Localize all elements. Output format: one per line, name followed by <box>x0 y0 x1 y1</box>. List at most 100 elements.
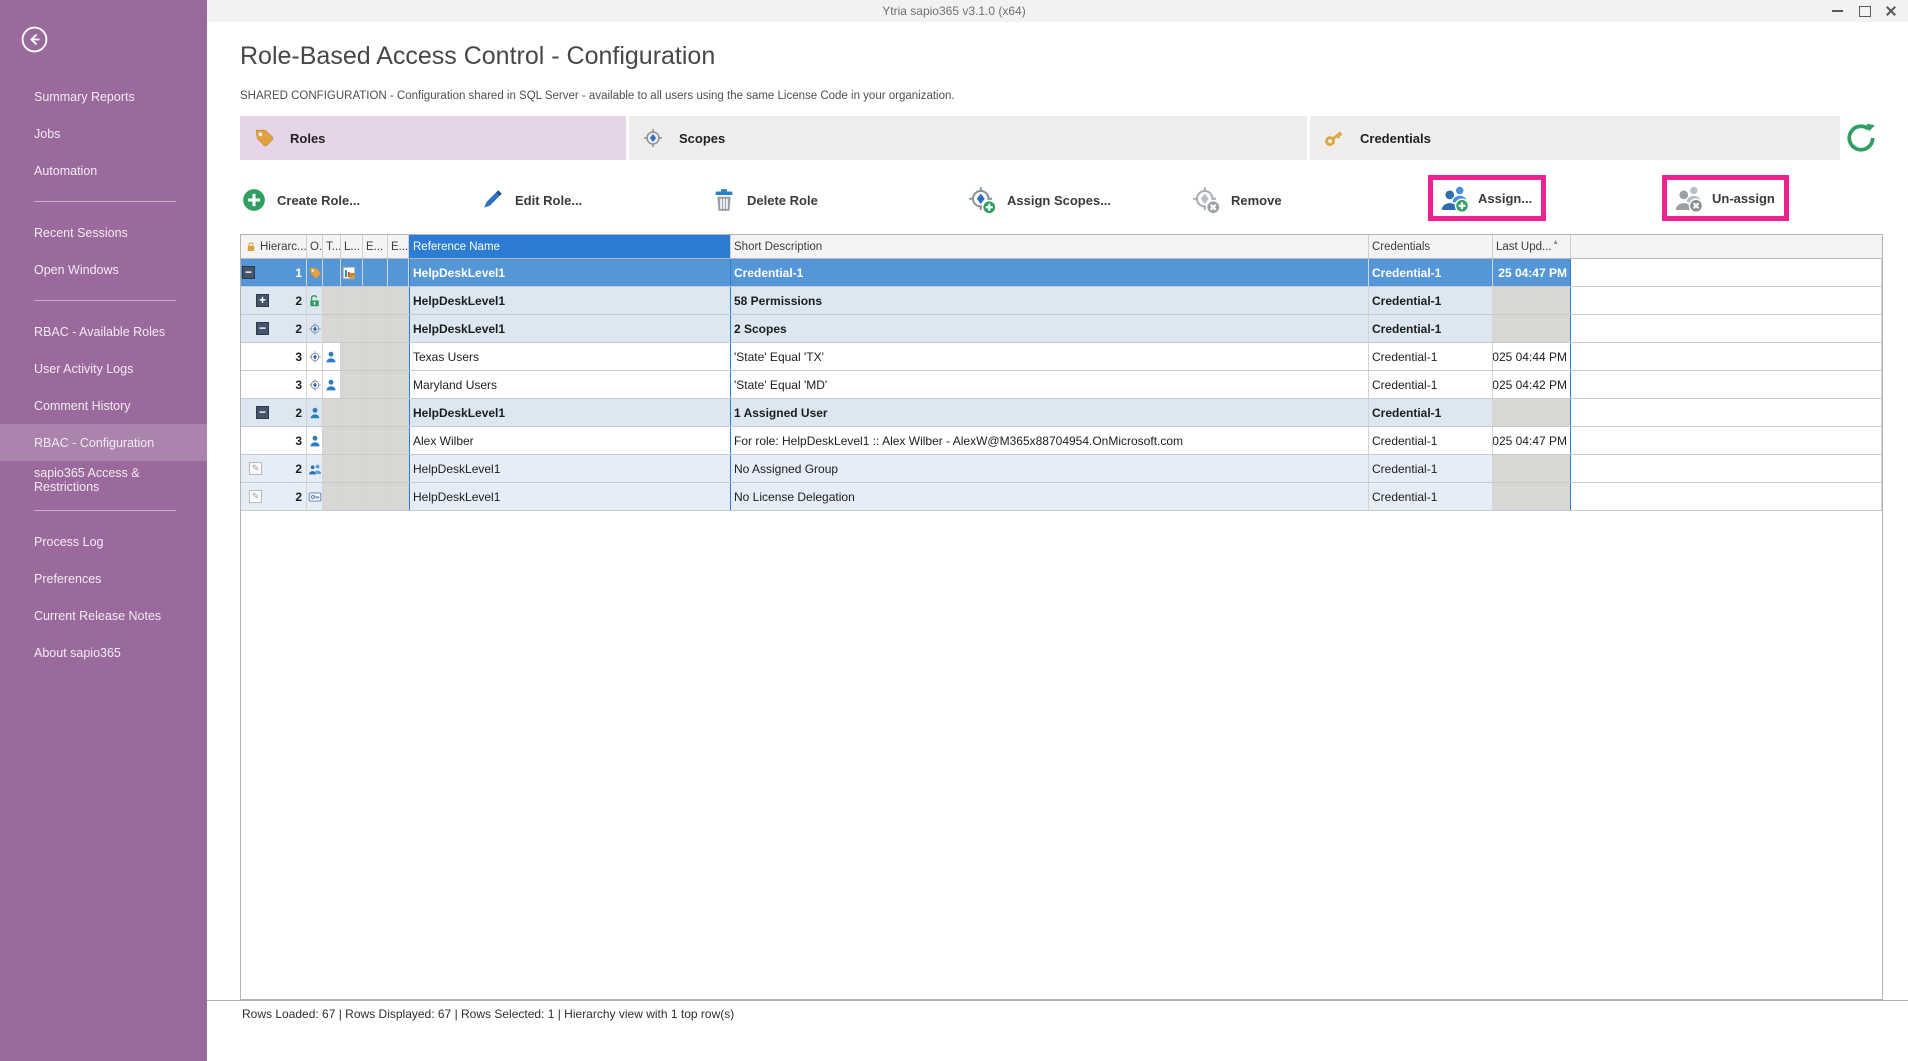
table-row[interactable]: +2HelpDeskLevel158 PermissionsCredential… <box>241 287 1882 315</box>
hierarchy-cell: 3 <box>241 427 307 454</box>
table-row[interactable]: −2HelpDeskLevel12 ScopesCredential-1 <box>241 315 1882 343</box>
sidebar-item-rbac-configuration[interactable]: RBAC - Configuration <box>0 424 207 461</box>
filler-cell <box>1571 455 1882 482</box>
empty-cell <box>388 455 409 482</box>
tab-credentials[interactable]: Credentials <box>1310 116 1840 160</box>
tab-scopes[interactable]: Scopes <box>629 116 1307 160</box>
last-updated-cell: 25 04:47 PM <box>1493 259 1571 286</box>
scope-icon <box>308 350 322 364</box>
empty-cell <box>363 343 388 370</box>
filler-cell <box>1571 259 1882 286</box>
trash-icon <box>711 187 737 213</box>
header-l[interactable]: L... <box>341 235 363 258</box>
assign-scopes-label: Assign Scopes... <box>1007 193 1111 208</box>
table-row[interactable]: 3Texas Users'State' Equal 'TX'Credential… <box>241 343 1882 371</box>
sidebar-item-jobs[interactable]: Jobs <box>0 115 207 152</box>
table-row[interactable]: ✎2HelpDeskLevel1No License DelegationCre… <box>241 483 1882 511</box>
sidebar-item-process-log[interactable]: Process Log <box>0 523 207 560</box>
table-row[interactable]: −2HelpDeskLevel11 Assigned UserCredentia… <box>241 399 1882 427</box>
reference-name-cell: HelpDeskLevel1 <box>409 287 731 314</box>
empty-cell <box>341 455 363 482</box>
hierarchy-level: 2 <box>295 322 306 336</box>
minimize-button[interactable] <box>1822 0 1852 22</box>
header-t[interactable]: T... <box>323 235 341 258</box>
credentials-cell: Credential-1 <box>1369 427 1493 454</box>
sidebar-divider <box>34 201 176 202</box>
empty-cell <box>363 259 388 286</box>
hierarchy-level: 2 <box>295 406 306 420</box>
edit-role-button[interactable]: Edit Role... <box>478 179 582 221</box>
sidebar-item-comment-history[interactable]: Comment History <box>0 387 207 424</box>
reference-name-cell: HelpDeskLevel1 <box>409 259 731 286</box>
remove-label: Remove <box>1231 193 1282 208</box>
maximize-icon <box>1859 6 1871 17</box>
hierarchy-level: 2 <box>295 462 306 476</box>
create-role-button[interactable]: Create Role... <box>240 179 360 221</box>
table-row[interactable]: 3Alex WilberFor role: HelpDeskLevel1 :: … <box>241 427 1882 455</box>
remove-button[interactable]: Remove <box>1190 179 1282 221</box>
header-o[interactable]: O... <box>307 235 323 258</box>
sidebar-item-about-sapio365[interactable]: About sapio365 <box>0 634 207 671</box>
table-row[interactable]: 3Maryland Users'State' Equal 'MD'Credent… <box>241 371 1882 399</box>
hierarchy-cell: −2 <box>241 399 307 426</box>
header-filler <box>1571 235 1882 258</box>
close-button[interactable] <box>1876 0 1906 22</box>
header-credentials[interactable]: Credentials <box>1369 235 1493 258</box>
last-updated-cell: 025 04:44 PM <box>1493 343 1571 370</box>
delete-role-button[interactable]: Delete Role <box>710 179 818 221</box>
table-row[interactable]: −1HelpDeskLevel1Credential-1Credential-1… <box>241 259 1882 287</box>
unassign-button[interactable]: Un-assign <box>1662 175 1789 221</box>
filler-cell <box>1571 315 1882 342</box>
sidebar-item-preferences[interactable]: Preferences <box>0 560 207 597</box>
last-updated-cell <box>1493 455 1571 482</box>
last-updated-cell <box>1493 399 1571 426</box>
sidebar-item-rbac-available-roles[interactable]: RBAC - Available Roles <box>0 313 207 350</box>
sidebar-divider <box>34 300 176 301</box>
header-last-updated[interactable]: Last Upd... <box>1493 235 1571 258</box>
empty-cell <box>363 455 388 482</box>
sidebar-item-open-windows[interactable]: Open Windows <box>0 251 207 288</box>
edit-role-label: Edit Role... <box>515 193 582 208</box>
reference-name-cell: Alex Wilber <box>409 427 731 454</box>
collapse-toggle-icon[interactable]: − <box>242 266 255 279</box>
sidebar-item-current-release-notes[interactable]: Current Release Notes <box>0 597 207 634</box>
header-hierarchy[interactable]: Hierarc... <box>241 235 307 258</box>
tab-roles[interactable]: Roles <box>240 116 626 160</box>
header-e1[interactable]: E... <box>363 235 388 258</box>
scope-icon <box>642 127 664 149</box>
back-button[interactable] <box>21 26 48 53</box>
collapse-toggle-icon[interactable]: − <box>256 322 269 335</box>
people-x-icon <box>1674 183 1704 213</box>
short-description-cell: No Assigned Group <box>731 455 1369 482</box>
empty-cell <box>323 427 341 454</box>
reference-name-cell: Texas Users <box>409 343 731 370</box>
chart-icon <box>342 266 356 280</box>
empty-cell <box>388 315 409 342</box>
sidebar-item-user-activity-logs[interactable]: User Activity Logs <box>0 350 207 387</box>
refresh-icon[interactable] <box>1845 122 1877 154</box>
credentials-cell: Credential-1 <box>1369 399 1493 426</box>
empty-cell <box>388 427 409 454</box>
header-short-description[interactable]: Short Description <box>731 235 1369 258</box>
sidebar: Summary ReportsJobsAutomation Recent Sess… <box>0 0 207 1061</box>
sidebar-item-sapio365-access-restrictions[interactable]: sapio365 Access & Restrictions <box>0 461 207 498</box>
assign-button[interactable]: Assign... <box>1428 175 1546 221</box>
empty-cell <box>341 315 363 342</box>
header-reference-name[interactable]: Reference Name <box>409 235 731 258</box>
sidebar-item-automation[interactable]: Automation <box>0 152 207 189</box>
hierarchy-level: 2 <box>295 490 306 504</box>
reference-name-cell: HelpDeskLevel1 <box>409 455 731 482</box>
table-row[interactable]: ✎2HelpDeskLevel1No Assigned GroupCredent… <box>241 455 1882 483</box>
sidebar-item-summary-reports[interactable]: Summary Reports <box>0 78 207 115</box>
collapse-toggle-icon[interactable]: − <box>256 406 269 419</box>
expand-toggle-icon[interactable]: + <box>256 294 269 307</box>
filler-cell <box>1571 343 1882 370</box>
empty-cell <box>363 399 388 426</box>
scope-icon <box>308 322 322 336</box>
empty-cell <box>363 315 388 342</box>
sidebar-item-recent-sessions[interactable]: Recent Sessions <box>0 214 207 251</box>
header-e2[interactable]: E... <box>388 235 409 258</box>
assign-scopes-button[interactable]: Assign Scopes... <box>966 179 1111 221</box>
hierarchy-cell: +2 <box>241 287 307 314</box>
tag-icon <box>253 127 275 149</box>
